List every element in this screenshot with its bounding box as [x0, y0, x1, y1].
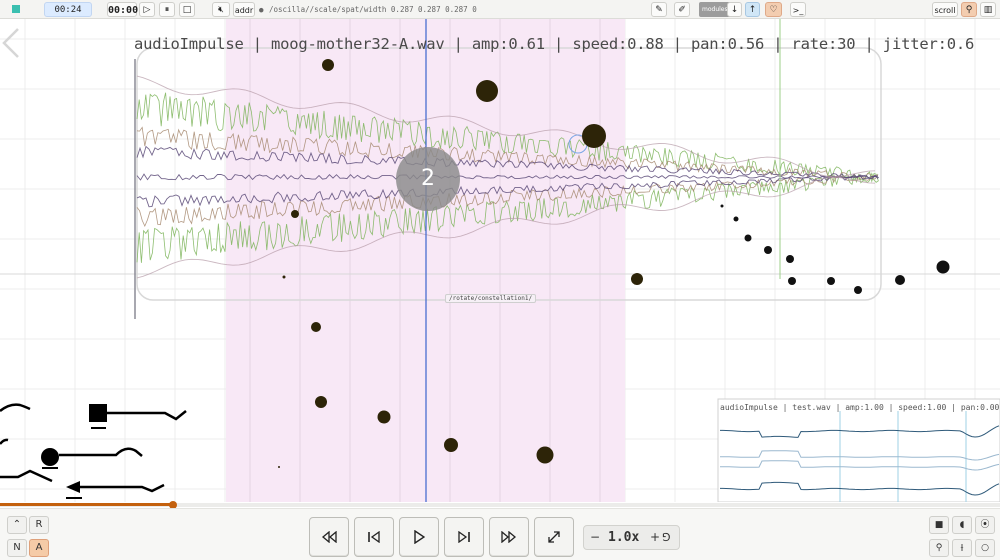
step-forward-button[interactable]: [444, 517, 484, 557]
pin-bottom-button[interactable]: ⚲: [929, 539, 949, 557]
speed-reset-button[interactable]: ⅁: [662, 526, 671, 549]
mode-tag: modules: [699, 2, 731, 17]
expand-icon: [548, 531, 560, 543]
split-icon: ⫲: [960, 543, 964, 553]
fast-forward-button[interactable]: [489, 517, 529, 557]
glyph-arrowhead: [66, 481, 80, 493]
osc-path-readout: /oscilla//scale/spat/width 0.287 0.287 0…: [269, 5, 477, 14]
speed-control: − 1.0x + ⅁: [583, 525, 680, 550]
glyph-arrow-tail: [80, 483, 165, 493]
mini-track-title: audioImpulse | test.wav | amp:1.00 | spe…: [720, 403, 1000, 412]
a-button[interactable]: A: [29, 539, 49, 557]
current-time-display: 00:24: [44, 2, 92, 17]
speed-increase-button[interactable]: +: [650, 526, 660, 549]
record-icon: ○: [981, 543, 989, 553]
heart-icon[interactable]: ♡: [765, 2, 782, 17]
speed-value: 1.0x: [608, 530, 640, 545]
glyph-dot: [41, 448, 59, 466]
fast-forward-icon: [501, 531, 517, 543]
pencil-icon[interactable]: ✎: [651, 2, 667, 17]
record-button[interactable]: ○: [975, 539, 995, 557]
pin-bottom-icon: ⚲: [935, 543, 943, 553]
osc-address-label: /rotate/constellation1/: [445, 294, 537, 303]
addr-button[interactable]: addr: [233, 2, 255, 17]
glyph-dot-tail: [59, 447, 143, 457]
broadcast-button[interactable]: ⦿: [975, 516, 995, 534]
back-chevron-icon[interactable]: [2, 28, 19, 58]
glyph-zigzag: [0, 469, 53, 483]
step-back-button[interactable]: [354, 517, 394, 557]
play-icon: [414, 530, 425, 544]
layout-icon[interactable]: ▥: [980, 2, 996, 17]
status-square-icon: [12, 5, 20, 13]
arrow-down-icon[interactable]: ↓: [727, 2, 742, 17]
split-button[interactable]: ⫲: [952, 539, 972, 557]
instrument-glyphs: [0, 403, 187, 499]
rewind-icon: [321, 531, 337, 543]
play-button[interactable]: [399, 517, 439, 557]
collapse-button[interactable]: ⌃: [7, 516, 27, 534]
osc-indicator-icon: ●: [259, 5, 264, 14]
broadcast-icon: ⦿: [980, 520, 990, 530]
speaker-icon: ◖: [959, 520, 965, 530]
pin-icon[interactable]: ⚲: [961, 2, 977, 17]
visualization-svg: [0, 19, 1000, 502]
terminal-icon[interactable]: >_: [790, 2, 806, 17]
n-button[interactable]: N: [7, 539, 27, 557]
glyph-wave-left: [0, 438, 9, 445]
mute-icon[interactable]: 🔇︎: [212, 2, 230, 17]
step-back-icon: [368, 531, 380, 543]
glyph-square-tail: [107, 410, 187, 421]
r-button[interactable]: R: [29, 516, 49, 534]
arrow-up-icon[interactable]: ↑: [745, 2, 760, 17]
transport-bar: ⌃ R N A − 1.0x + ⅁ ■ ◖ ⦿ ⚲ ⫲ ○: [0, 508, 1000, 560]
play-small-icon[interactable]: ▷: [139, 2, 155, 17]
volume-button[interactable]: ◖: [952, 516, 972, 534]
stop-small-icon[interactable]: □: [179, 2, 195, 17]
edit-icon[interactable]: ✐: [674, 2, 690, 17]
track-title: audioImpulse | moog-mother32-A.wav | amp…: [134, 35, 975, 53]
stop-icon: ■: [934, 520, 944, 530]
constellation-count: 2: [421, 166, 435, 191]
playback-progress-bar[interactable]: [0, 501, 1000, 509]
mini-waveform-preview[interactable]: [717, 398, 1000, 502]
speed-decrease-button[interactable]: −: [590, 526, 600, 549]
rewind-button[interactable]: [309, 517, 349, 557]
scroll-toggle[interactable]: scroll: [932, 2, 958, 17]
expand-button[interactable]: [534, 517, 574, 557]
pause-small-icon[interactable]: ⏸: [159, 2, 175, 17]
playhead-time-display: 00:00: [107, 2, 138, 17]
step-forward-icon: [458, 531, 470, 543]
glyph-square: [89, 404, 107, 422]
progress-fill: [0, 503, 173, 506]
stop-button[interactable]: ■: [929, 516, 949, 534]
top-toolbar: 00:24 00:00 ▷ ⏸ □ 🔇︎ addr ● /oscilla//sc…: [0, 0, 1000, 19]
timeline-canvas[interactable]: audioImpulse | moog-mother32-A.wav | amp…: [0, 19, 1000, 502]
